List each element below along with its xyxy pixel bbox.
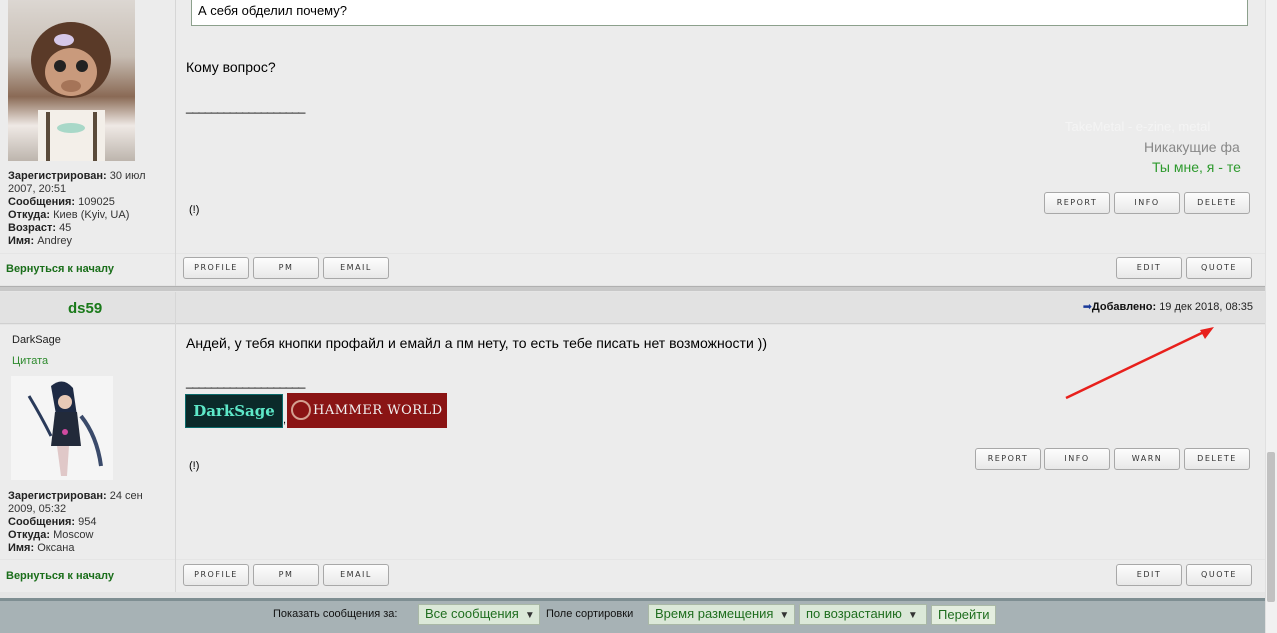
pm-button[interactable]: PM xyxy=(253,564,319,586)
signature-line: ___________________ xyxy=(186,374,305,389)
post-date: ➡Добавлено: 19 дек 2018, 08:35 xyxy=(1082,301,1253,313)
sort-field-label: Поле сортировки xyxy=(546,608,634,620)
scrollbar-thumb[interactable] xyxy=(1267,452,1275,602)
post-header xyxy=(0,292,1265,324)
signature-line: ___________________ xyxy=(186,99,305,114)
delete-button[interactable]: DELETE xyxy=(1184,448,1250,470)
back-to-top-link[interactable]: Вернуться к началу xyxy=(6,263,114,275)
email-button[interactable]: EMAIL xyxy=(323,257,389,279)
delete-button[interactable]: DELETE xyxy=(1184,192,1250,214)
quoted-text: А себя обделил почему? xyxy=(191,0,1248,26)
signature-link[interactable]: TakeMetal - e-zine, metal xyxy=(1065,119,1255,134)
chevron-down-icon: ▼ xyxy=(524,610,535,621)
back-to-top-link[interactable]: Вернуться к началу xyxy=(6,570,114,582)
avatar xyxy=(8,0,135,161)
profile-button[interactable]: PROFILE xyxy=(183,564,249,586)
warn-button[interactable]: WARN xyxy=(1114,448,1180,470)
info-button[interactable]: INFO xyxy=(1114,192,1180,214)
post-body: Кому вопрос? xyxy=(186,59,276,75)
compass-icon xyxy=(291,400,311,420)
signature-text: Никакущие фа xyxy=(1144,139,1240,155)
user-info: Зарегистрирован: 30 июл 2007, 20:51 Сооб… xyxy=(8,170,146,247)
edit-button[interactable]: EDIT xyxy=(1116,257,1182,279)
sort-order-select[interactable]: по возрастанию ▼ xyxy=(799,604,927,625)
forum-page: А себя обделил почему? Кому вопрос? ____… xyxy=(0,0,1265,633)
post-link-icon[interactable]: ➡ xyxy=(1083,301,1092,313)
email-button[interactable]: EMAIL xyxy=(323,564,389,586)
quote-button[interactable]: QUOTE xyxy=(1186,564,1252,586)
report-button[interactable]: REPORT xyxy=(975,448,1041,470)
quote-button[interactable]: QUOTE xyxy=(1186,257,1252,279)
info-button[interactable]: INFO xyxy=(1044,448,1110,470)
signature-text: Ты мне, я - те xyxy=(1152,159,1241,175)
post-separator xyxy=(0,286,1265,291)
sort-field-select[interactable]: Время размещения ▼ xyxy=(648,604,795,625)
pm-button[interactable]: PM xyxy=(253,257,319,279)
darksage-banner[interactable]: DarkSage xyxy=(185,394,283,428)
chevron-down-icon: ▼ xyxy=(779,610,790,621)
post-author-name[interactable]: ds59 xyxy=(68,300,102,317)
go-button[interactable]: Перейти xyxy=(931,605,996,625)
quote-link[interactable]: Цитата xyxy=(12,355,48,367)
profile-button[interactable]: PROFILE xyxy=(183,257,249,279)
show-messages-label: Показать сообщения за: xyxy=(273,608,398,620)
edit-button[interactable]: EDIT xyxy=(1116,564,1182,586)
chevron-down-icon: ▼ xyxy=(907,610,918,621)
post-body: Андей, у тебя кнопки профайл и емайл а п… xyxy=(186,335,768,351)
user-rank: DarkSage xyxy=(12,334,61,346)
report-button[interactable]: REPORT xyxy=(1044,192,1110,214)
report-mark[interactable]: (!) xyxy=(189,460,199,472)
annotation-arrow xyxy=(1065,327,1214,400)
report-mark[interactable]: (!) xyxy=(189,204,199,216)
show-messages-select[interactable]: Все сообщения ▼ xyxy=(418,604,540,625)
avatar xyxy=(11,376,113,480)
user-info: Зарегистрирован: 24 сен 2009, 05:32 Сооб… xyxy=(8,490,143,554)
hammer-world-banner[interactable]: HAMMER WORLD xyxy=(287,393,447,428)
